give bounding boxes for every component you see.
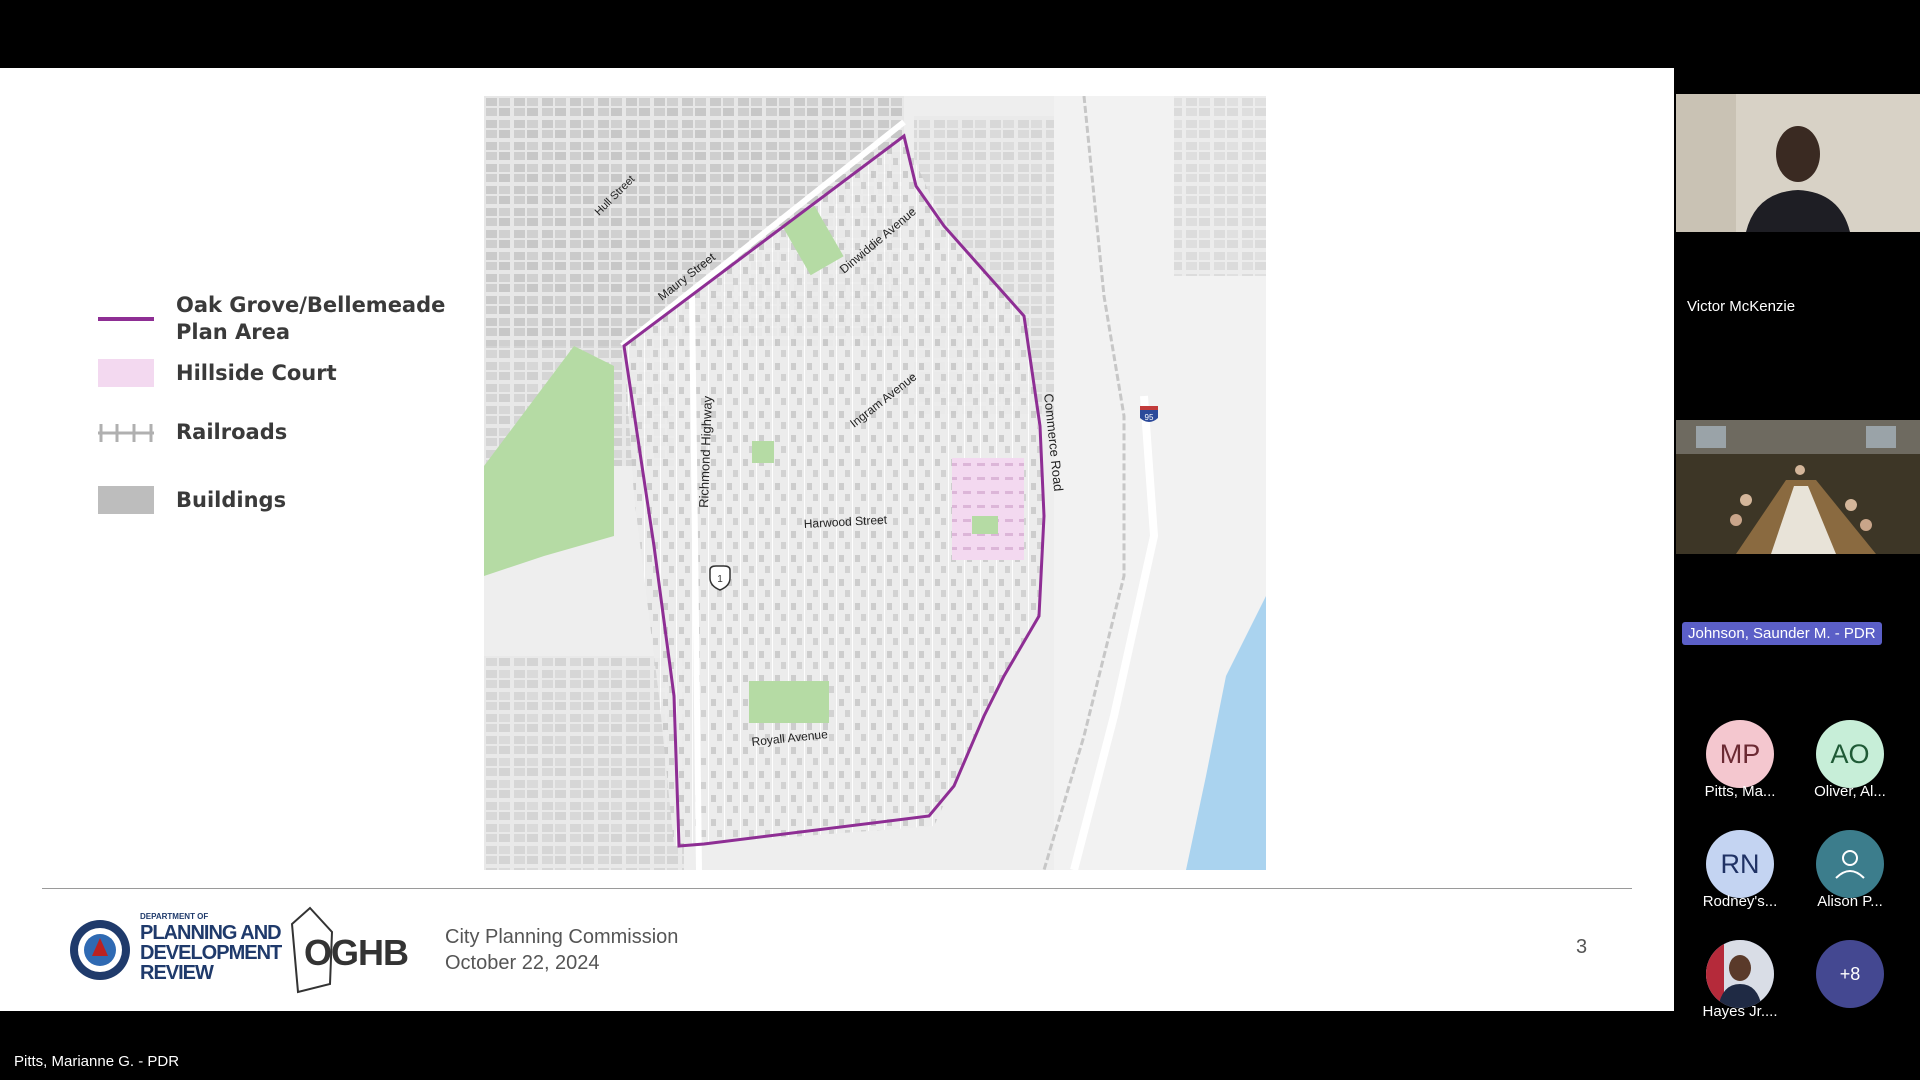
legend-railroads-label: Railroads (176, 420, 288, 444)
avatar-alison[interactable] (1816, 830, 1884, 898)
legend-buildings: Buildings (98, 486, 458, 514)
participant-label-oliver: Oliver, Al... (1814, 783, 1886, 800)
footer-commission: City Planning Commission (445, 926, 679, 948)
conference-room-video-icon (1676, 420, 1920, 554)
legend-buildings-label: Buildings (176, 487, 287, 512)
footer-date: October 22, 2024 (445, 952, 600, 974)
avatar-hayes[interactable] (1706, 940, 1774, 1008)
i95-shield-icon: 95 (1140, 406, 1158, 422)
footer-divider (42, 888, 1632, 889)
legend-plan-area-label-2: Plan Area (176, 320, 291, 344)
legend-hillside: Hillside Court (98, 359, 458, 387)
hillside-court-area (952, 458, 1024, 560)
railroad-swatch (98, 423, 154, 442)
plan-area-line-swatch (98, 317, 154, 321)
i95-shield-label: 95 (1145, 413, 1154, 422)
pdr-logo-line1: PLANNING AND (140, 922, 282, 944)
footer-text: City Planning Commission October 22, 202… (445, 924, 678, 976)
participant-label-pitts: Pitts, Ma... (1704, 783, 1776, 800)
us1-shield-label: 1 (717, 574, 723, 585)
more-participants-count: +8 (1839, 963, 1861, 984)
oghb-logo: OGHB (290, 904, 420, 994)
speaker-name-johnson: Johnson, Saunder M. - PDR (1682, 622, 1882, 645)
presenter-name: Pitts, Marianne G. - PDR (14, 1053, 180, 1070)
pdr-logo-small: DEPARTMENT OF (140, 912, 209, 921)
presentation-slide: Oak Grove/Bellemeade Plan Area Hillside … (0, 68, 1674, 1011)
hayes-photo-icon (1706, 940, 1774, 1008)
participant-label-rodney: Rodney's... (1702, 893, 1778, 910)
video-tile-victor[interactable] (1676, 94, 1920, 232)
building-swatch (98, 486, 154, 514)
legend-plan-area-label: Oak Grove/Bellemeade (176, 293, 446, 317)
pdr-logo-line3: REVIEW (140, 962, 214, 984)
legend-plan-area: Oak Grove/Bellemeade Plan Area (98, 292, 458, 346)
avatar-mp[interactable]: MP (1706, 720, 1774, 788)
person-video-icon (1676, 94, 1920, 232)
video-tile-conference-room[interactable] (1676, 420, 1920, 554)
participant-label-alison: Alison P... (1817, 893, 1883, 910)
avatar-rn-initials: RN (1720, 848, 1760, 879)
avatar-ao[interactable]: AO (1816, 720, 1884, 788)
legend-railroads: Railroads (98, 419, 458, 446)
oghb-logo-text: OGHB (304, 932, 409, 973)
map-svg: Hull Street Maury Street Dinwiddie Avenu… (484, 96, 1266, 870)
avatar-ao-initials: AO (1830, 738, 1870, 769)
avatar-rn[interactable]: RN (1706, 830, 1774, 898)
plan-area-map: Hull Street Maury Street Dinwiddie Avenu… (484, 96, 1266, 870)
person-icon (1835, 850, 1865, 879)
us1-shield-icon: 1 (709, 565, 731, 591)
pdr-logo-line2: DEVELOPMENT (140, 942, 282, 964)
avatar-mp-initials: MP (1719, 738, 1761, 769)
pdr-logo: DEPARTMENT OF PLANNING AND DEVELOPMENT R… (68, 910, 282, 990)
hillside-swatch (98, 359, 154, 387)
speaker-name-victor: Victor McKenzie (1687, 298, 1796, 315)
more-participants-button[interactable]: +8 (1816, 940, 1884, 1008)
participant-label-hayes: Hayes Jr.... (1702, 1003, 1778, 1020)
slide-page-number: 3 (1576, 936, 1588, 958)
legend-hillside-label: Hillside Court (176, 360, 337, 385)
